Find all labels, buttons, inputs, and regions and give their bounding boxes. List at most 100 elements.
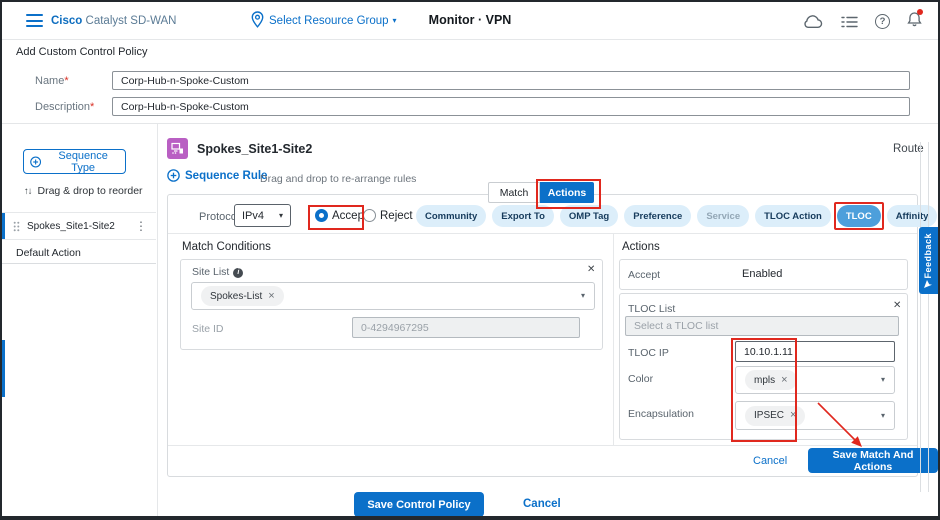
close-icon[interactable]: ✕ bbox=[587, 265, 595, 275]
plus-circle-icon bbox=[167, 169, 180, 182]
match-conditions-heading: Match Conditions bbox=[182, 241, 271, 253]
site-list-label: Site Listi bbox=[192, 266, 243, 278]
chevron-down-icon: ▾ bbox=[393, 17, 397, 25]
reject-radio-label: Reject bbox=[380, 210, 413, 222]
feedback-tab[interactable]: Feedback bbox=[919, 227, 938, 294]
encapsulation-dropdown[interactable]: IPSEC × ▾ bbox=[735, 401, 895, 430]
remove-tag-icon[interactable]: × bbox=[268, 291, 274, 302]
add-sequence-rule-button[interactable]: Sequence Rule bbox=[167, 169, 267, 182]
location-pin-icon bbox=[251, 11, 264, 28]
tag-label: IPSEC bbox=[754, 410, 784, 421]
selected-indicator bbox=[2, 213, 5, 239]
chip-export-to[interactable]: Export To bbox=[492, 205, 554, 227]
color-tag: mpls × bbox=[745, 370, 797, 390]
sequence-sidebar bbox=[2, 124, 158, 516]
divider bbox=[168, 445, 917, 446]
close-icon[interactable]: ✕ bbox=[893, 301, 901, 311]
cancel-match-actions-link[interactable]: Cancel bbox=[753, 455, 787, 467]
brand-cisco: Cisco bbox=[51, 15, 82, 27]
top-bar: Cisco Catalyst SD-WAN Select Resource Gr… bbox=[2, 2, 938, 40]
cloud-icon[interactable] bbox=[802, 14, 824, 29]
remove-tag-icon[interactable]: × bbox=[790, 410, 796, 421]
notification-badge bbox=[917, 9, 923, 15]
cancel-policy-link[interactable]: Cancel bbox=[523, 498, 561, 510]
accept-status-label: Accept bbox=[628, 269, 660, 281]
page-title: Monitor · VPN bbox=[429, 13, 512, 27]
divider bbox=[613, 233, 614, 446]
accept-radio[interactable] bbox=[315, 209, 328, 222]
protocol-select[interactable]: IPv4 ▾ bbox=[234, 204, 291, 227]
chevron-down-icon: ▾ bbox=[881, 412, 885, 420]
resource-group-selector[interactable]: Select Resource Group ▾ bbox=[269, 15, 397, 27]
add-sequence-type-label: Sequence Type bbox=[47, 150, 119, 174]
default-action-item[interactable]: Default Action bbox=[16, 247, 81, 259]
scrollbar[interactable] bbox=[920, 142, 929, 492]
info-icon: i bbox=[233, 268, 243, 278]
encapsulation-label: Encapsulation bbox=[628, 408, 694, 420]
sidebar-item-sequence[interactable]: Spokes_Site1-Site2 ⋮ bbox=[2, 212, 156, 240]
site-id-field bbox=[352, 317, 580, 338]
topbar-icons: ? bbox=[802, 11, 922, 32]
brand-product: Catalyst SD-WAN bbox=[86, 15, 177, 27]
divider bbox=[168, 233, 917, 234]
tab-match[interactable]: Match bbox=[488, 182, 540, 203]
feedback-label: Feedback bbox=[923, 233, 933, 279]
hamburger-menu-icon[interactable] bbox=[26, 14, 43, 27]
sidebar-scroll-indicator bbox=[2, 340, 5, 397]
reorder-hint: ↑↓ Drag & drop to reorder bbox=[24, 185, 143, 197]
chip-preference[interactable]: Preference bbox=[624, 205, 691, 227]
site-id-label: Site ID bbox=[192, 323, 224, 335]
divider bbox=[2, 263, 156, 264]
save-match-actions-button[interactable]: Save Match And Actions bbox=[808, 448, 938, 473]
site-list-dropdown[interactable]: Spokes-List × ▾ bbox=[191, 282, 595, 310]
breadcrumb: Add Custom Control Policy bbox=[16, 46, 147, 58]
cursor-icon bbox=[923, 279, 933, 289]
name-label: Name* bbox=[35, 75, 69, 87]
resource-group-label: Select Resource Group bbox=[269, 15, 389, 27]
remove-tag-icon[interactable]: × bbox=[781, 375, 787, 386]
brand-logo: Cisco Catalyst SD-WAN bbox=[51, 15, 176, 27]
color-dropdown[interactable]: mpls × ▾ bbox=[735, 366, 895, 394]
chip-tloc-action[interactable]: TLOC Action bbox=[755, 205, 831, 227]
add-sequence-type-button[interactable]: Sequence Type bbox=[23, 149, 126, 174]
chip-tloc[interactable]: TLOC bbox=[837, 205, 881, 227]
name-field[interactable] bbox=[112, 71, 910, 90]
reorder-icon: ↑↓ bbox=[24, 186, 32, 197]
tab-actions[interactable]: Actions bbox=[540, 182, 594, 203]
chip-community[interactable]: Community bbox=[416, 205, 486, 227]
save-control-policy-button[interactable]: Save Control Policy bbox=[354, 492, 484, 517]
required-marker: * bbox=[64, 75, 68, 87]
plus-circle-icon bbox=[30, 156, 41, 168]
required-marker: * bbox=[90, 101, 94, 113]
add-sequence-rule-label: Sequence Rule bbox=[185, 170, 267, 182]
tloc-list-field bbox=[625, 316, 899, 336]
sequence-title: Spokes_Site1-Site2 bbox=[197, 142, 312, 156]
drag-handle-icon[interactable] bbox=[13, 221, 20, 232]
description-label: Description* bbox=[35, 101, 94, 113]
chip-omp-tag[interactable]: OMP Tag bbox=[560, 205, 618, 227]
task-list-icon[interactable] bbox=[841, 15, 858, 29]
tloc-ip-field[interactable] bbox=[735, 341, 895, 362]
chip-affinity[interactable]: Affinity bbox=[887, 205, 938, 227]
tag-label: Spokes-List bbox=[210, 291, 262, 302]
actions-heading: Actions bbox=[622, 241, 660, 253]
action-chip-row: Community Export To OMP Tag Preference S… bbox=[416, 205, 937, 227]
chip-service[interactable]: Service bbox=[697, 205, 749, 227]
tag-label: mpls bbox=[754, 375, 775, 386]
chevron-down-icon: ▾ bbox=[581, 292, 585, 300]
encapsulation-tag: IPSEC × bbox=[745, 406, 805, 426]
chevron-down-icon: ▾ bbox=[279, 212, 283, 220]
kebab-menu-icon[interactable]: ⋮ bbox=[135, 220, 147, 232]
accept-radio-label: Accept bbox=[332, 210, 367, 222]
description-field[interactable] bbox=[112, 97, 910, 116]
sequence-type-icon bbox=[167, 138, 188, 159]
reject-radio[interactable] bbox=[363, 209, 376, 222]
color-label: Color bbox=[628, 373, 653, 385]
help-icon[interactable]: ? bbox=[875, 14, 890, 29]
protocol-value: IPv4 bbox=[242, 210, 264, 222]
notifications-bell-icon[interactable] bbox=[907, 11, 922, 32]
tloc-list-label: TLOC List bbox=[628, 303, 675, 315]
rules-drag-hint: Drag and drop to re-arrange rules bbox=[260, 173, 416, 185]
chevron-down-icon: ▾ bbox=[881, 376, 885, 384]
sidebar-item-label: Spokes_Site1-Site2 bbox=[27, 221, 115, 232]
